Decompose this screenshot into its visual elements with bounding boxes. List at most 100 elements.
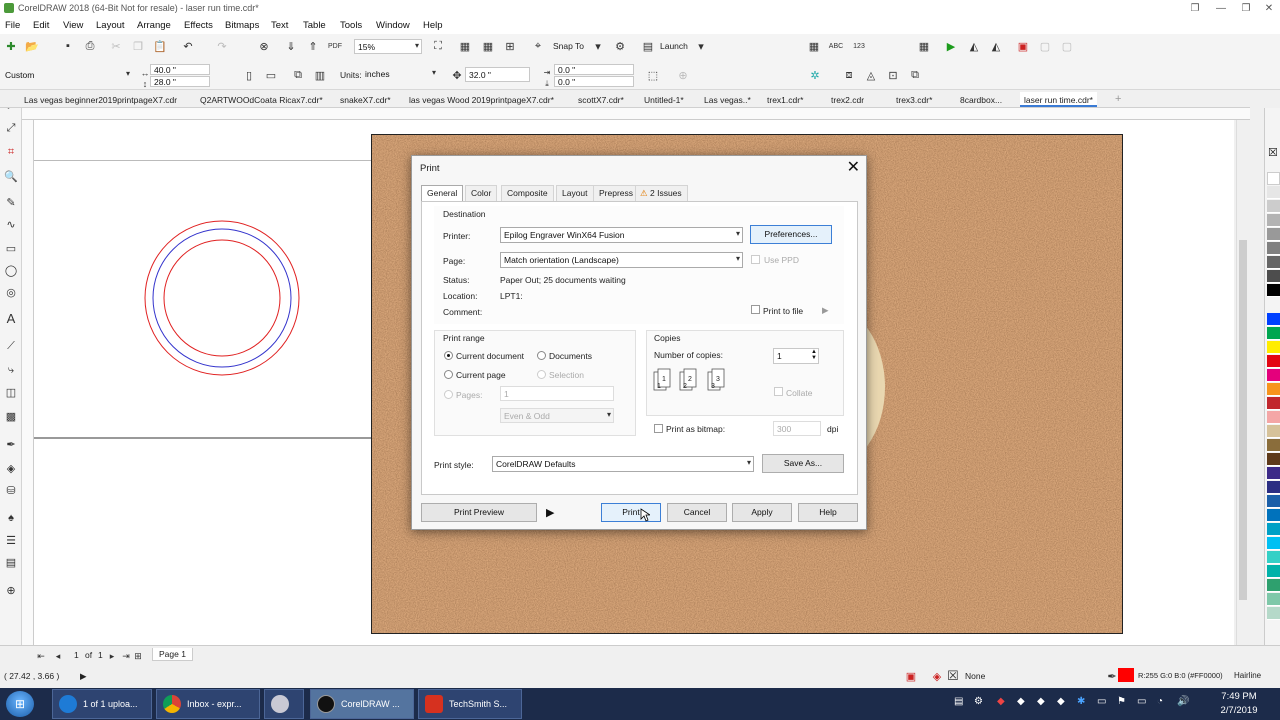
taskbar-item-upload[interactable]: 1 of 1 uploa... [52,689,152,719]
start-button-icon[interactable]: ⊞ [6,691,34,717]
text-tool-icon[interactable]: A [3,310,19,326]
pages-radio[interactable] [444,390,453,399]
doc-tab[interactable]: Las vegas..* [704,95,751,105]
swatch-dark-red[interactable] [1267,397,1280,410]
menu-bitmaps[interactable]: Bitmaps [225,20,259,31]
duplicate-x-field[interactable]: 0.0 " [554,64,634,75]
transparency-tool-icon[interactable]: ▩ [3,408,19,424]
menu-edit[interactable]: Edit [33,20,49,31]
page-height-field[interactable]: 28.0 " [150,76,210,87]
docker-icon-5[interactable]: ⧉ [907,67,923,83]
circle-artwork[interactable] [140,218,310,383]
snap-icon[interactable]: ⌖ [530,38,546,54]
options-gear-icon[interactable]: ⚙ [612,38,628,54]
tab-issues[interactable]: ⚠ 2 Issues [635,185,688,201]
swatch-cobalt[interactable] [1267,509,1280,522]
swatch-magenta[interactable] [1267,369,1280,382]
disabled-icon-1[interactable]: ▢ [1037,38,1053,54]
menu-arrange[interactable]: Arrange [137,20,171,31]
redo-icon[interactable]: ↷ [214,38,230,54]
status-arrow-icon[interactable]: ▶ [80,671,87,682]
menu-effects[interactable]: Effects [184,20,213,31]
current-document-radio[interactable] [444,351,453,360]
help-button[interactable]: Help [798,503,858,522]
taskbar-item-techsmith[interactable]: TechSmith S... [418,689,522,719]
tab-prepress[interactable]: Prepress [593,185,640,201]
no-color-swatch-icon[interactable]: ☒ [1268,146,1278,159]
nudge-distance-field[interactable]: 32.0 " [465,67,530,82]
record-icon[interactable]: ◭ [966,38,982,54]
freehand-tool-icon[interactable]: ✎ [3,194,19,210]
doc-tab[interactable]: Las vegas beginner2019printpageX7.cdr [24,95,177,105]
print-button[interactable]: Print [601,503,661,522]
preview-arrow-icon[interactable]: ▶ [546,506,554,519]
swatch-blue[interactable] [1267,313,1280,326]
docker-icon-2[interactable]: ⧈ [841,67,857,83]
current-page-icon[interactable]: ▥ [312,67,328,83]
swatch-gray-50[interactable] [1267,242,1280,255]
interactive-fill-icon[interactable]: ◈ [3,460,19,476]
swatch-white[interactable] [1267,172,1280,185]
vertical-scrollbar[interactable] [1236,120,1248,645]
doc-tab[interactable]: trex2.cdr [831,95,864,105]
copies-spinner[interactable]: 1 ▲ ▼ [773,348,819,364]
stop-icon[interactable]: ▣ [1015,38,1031,54]
apply-button[interactable]: Apply [732,503,792,522]
doc-tab[interactable]: Q2ARTWOOdCoata Ricax7.cdr* [200,95,323,105]
launch-icon[interactable]: ▤ [640,38,656,54]
paste-icon[interactable]: 📋 [152,38,168,54]
swatch-teal[interactable] [1267,551,1280,564]
current-page-radio[interactable] [444,370,453,379]
shape-tool-icon[interactable]: ⤢ [3,120,19,136]
shadow-tool-icon[interactable]: ◫ [3,384,19,400]
taskbar-item-app[interactable] [264,689,304,719]
cancel-button[interactable]: Cancel [667,503,727,522]
menu-text[interactable]: Text [271,20,288,31]
duplicate-y-field[interactable]: 0.0 " [554,76,634,87]
crop-tool-icon[interactable]: ⌗ [3,144,19,160]
disabled-icon-2[interactable]: ▢ [1059,38,1075,54]
table-tool-icon[interactable]: ☰ [3,532,19,548]
polygon-tool-icon[interactable]: ◎ [3,284,19,300]
spacing-icon[interactable]: ◭ [988,38,1004,54]
use-ppd-checkbox[interactable] [751,255,760,264]
tab-layout[interactable]: Layout [556,185,594,201]
landscape-icon[interactable]: ▭ [263,67,279,83]
doc-tab[interactable]: trex3.cdr* [896,95,932,105]
display-icon[interactable]: ▭ [1137,696,1146,707]
pdf-icon[interactable]: PDF [327,38,343,54]
swatch-gray-10[interactable] [1267,186,1280,199]
taskbar-item-coreldraw[interactable]: CorelDRAW ... [310,689,414,719]
rectangle-tool-icon[interactable]: ▭ [3,240,19,256]
swatch-dark-brown[interactable] [1267,453,1280,466]
doc-tab[interactable]: scottX7.cdr* [578,95,624,105]
doc-tab[interactable]: 8cardbox... [960,95,1002,105]
smart-fill-icon[interactable]: ⛁ [3,482,19,498]
snap-to-label[interactable]: Snap To [553,41,584,51]
print-preview-button[interactable]: Print Preview [421,503,537,522]
connector-tool-icon[interactable]: ⤷ [3,362,19,378]
menu-file[interactable]: File [5,20,20,31]
no-fill-icon[interactable]: ☒ [945,668,961,684]
export-icon[interactable]: ⇑ [305,38,321,54]
documents-radio[interactable] [537,351,546,360]
zoom-tool-icon[interactable]: 🔍 [3,168,19,184]
run-macro-icon[interactable]: ▶ [943,38,959,54]
menu-table[interactable]: Table [303,20,326,31]
launch-dropdown-icon[interactable]: ▾ [693,38,709,54]
tray-icon-3[interactable]: ◆ [997,696,1005,707]
print-to-file-arrow-icon[interactable]: ▶ [822,305,829,316]
tray-icon-2[interactable]: ⚙ [974,696,983,707]
swatch-gray-20[interactable] [1267,200,1280,213]
tab-color[interactable]: Color [465,185,498,201]
rulers-icon[interactable]: ▦ [457,38,473,54]
swatch-purple[interactable] [1267,467,1280,480]
copy-icon[interactable]: ❐ [130,38,146,54]
swatch-sea-green[interactable] [1267,565,1280,578]
swatch-brown[interactable] [1267,439,1280,452]
menu-help[interactable]: Help [423,20,443,31]
swatch-orange[interactable] [1267,383,1280,396]
swatch-emerald[interactable] [1267,579,1280,592]
menu-layout[interactable]: Layout [96,20,125,31]
parallel-dimension-icon[interactable]: ⟋ [3,338,19,354]
